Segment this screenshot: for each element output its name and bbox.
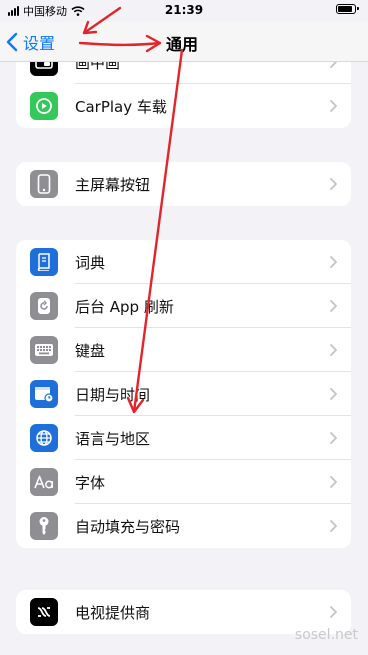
row-label: 自动填充与密码 — [75, 517, 181, 536]
row-dictionary[interactable]: 词典 — [16, 240, 351, 284]
dictionary-icon — [30, 248, 58, 276]
row-label: 语言与地区 — [75, 429, 151, 448]
back-label: 设置 — [23, 34, 56, 53]
battery-icon — [336, 4, 359, 14]
row-language-region[interactable]: 语言与地区 — [16, 416, 351, 460]
nav-bar: 设置 通用 — [0, 22, 368, 62]
row-label: 后台 App 刷新 — [75, 297, 174, 316]
chevron-right-icon — [330, 256, 337, 268]
status-bar: 中国移动 21:39 — [0, 0, 368, 22]
home-button-icon — [30, 170, 58, 198]
carplay-icon — [30, 92, 58, 120]
row-home-button[interactable]: 主屏幕按钮 — [16, 162, 351, 206]
keyboard-icon — [30, 336, 58, 364]
back-button[interactable]: 设置 — [6, 30, 55, 54]
watermark: sosel.net — [294, 627, 358, 643]
chevron-right-icon — [330, 476, 337, 488]
row-label: 日期与时间 — [75, 385, 151, 404]
calendar-clock-icon — [30, 380, 58, 408]
settings-group-home: 主屏幕按钮 — [16, 162, 351, 206]
row-label: 主屏幕按钮 — [75, 175, 151, 194]
row-carplay[interactable]: CarPlay 车载 — [16, 84, 351, 128]
chevron-right-icon — [330, 432, 337, 444]
tv-provider-icon — [30, 598, 58, 626]
chevron-right-icon — [330, 344, 337, 356]
fonts-icon — [30, 468, 58, 496]
row-label: 词典 — [75, 253, 106, 272]
row-autofill-passwords[interactable]: 自动填充与密码 — [16, 504, 351, 548]
status-time: 21:39 — [164, 3, 204, 17]
settings-group-general: 词典 后台 App 刷新 键盘 日期与时间 语言与地区 字体 自动填充与密码 — [16, 240, 351, 548]
row-background-app-refresh[interactable]: 后台 App 刷新 — [16, 284, 351, 328]
key-icon — [30, 512, 58, 540]
chevron-right-icon — [330, 178, 337, 190]
row-label: 字体 — [75, 473, 106, 492]
page-title: 通用 — [166, 35, 199, 54]
row-date-time[interactable]: 日期与时间 — [16, 372, 351, 416]
chevron-right-icon — [330, 520, 337, 532]
chevron-right-icon — [330, 388, 337, 400]
row-label: CarPlay 车载 — [75, 97, 167, 116]
chevron-left-icon — [6, 32, 18, 52]
background-refresh-icon — [30, 292, 58, 320]
chevron-right-icon — [330, 300, 337, 312]
row-label: 电视提供商 — [75, 603, 151, 622]
chevron-right-icon — [330, 100, 337, 112]
globe-icon — [30, 424, 58, 452]
chevron-right-icon — [330, 606, 337, 618]
row-fonts[interactable]: 字体 — [16, 460, 351, 504]
row-label: 键盘 — [75, 341, 106, 360]
row-keyboard[interactable]: 键盘 — [16, 328, 351, 372]
